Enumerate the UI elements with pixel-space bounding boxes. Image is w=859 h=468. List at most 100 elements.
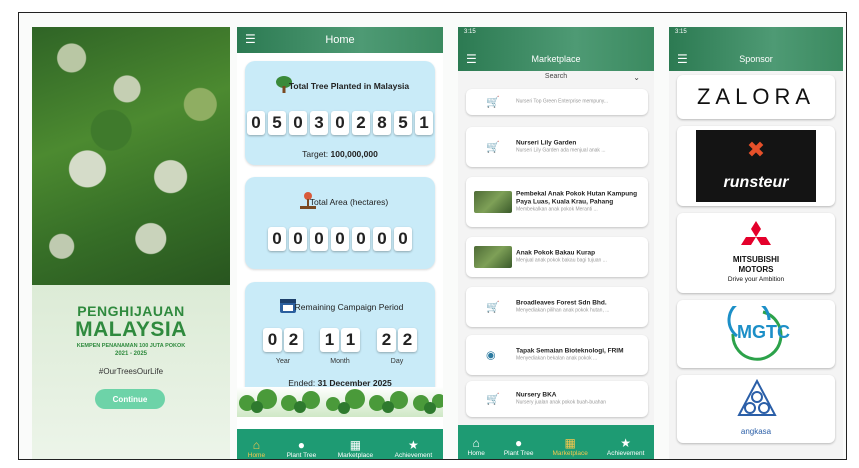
mitsubishi-motors: MOTORS [738,265,774,274]
day-digit: 2 [377,328,396,352]
list-item-text: Anak Pokok Bakau Kurap Menjual anak poko… [516,250,642,265]
sponsor-mgtc[interactable]: MGTC [677,300,835,368]
sponsor-angkasa[interactable]: angkasa [677,375,835,443]
status-time: 3:15 [464,29,476,35]
map-icon: ▦ [349,437,362,452]
year-digit: 0 [263,328,282,352]
sponsor-mitsubishi[interactable]: MITSUBISHI MOTORS Drive your Ambition [677,213,835,293]
status-bar: 3:15 [669,27,843,39]
item-name: Nurseri Lily Garden [516,139,577,147]
frim-logo-icon: ◉ [486,349,496,362]
month-counter: 1 1 [318,328,363,352]
period-labels: Year Month Day [245,358,435,365]
marketplace-screen: 3:15 ☰ Marketplace Search ⌄ 🛒 Nurseri To… [458,27,654,459]
nav-marketplace[interactable]: ▦ Marketplace [338,438,373,459]
status-time: 3:15 [675,29,687,35]
item-desc: Nurseri Lily Garden ada menjual anak ... [516,147,606,154]
area-digit: 0 [268,227,286,251]
item-desc: Nurseri Top Green Enterprise mempuny... [516,98,609,105]
nav-achievement[interactable]: ★ Achievement [395,438,433,459]
nav-home[interactable]: ⌂ Home [468,436,485,457]
total-tree-card: Total Tree Planted in Malaysia 0 5 0 3 0… [245,61,435,165]
item-desc: Nursery jualan anak pokok buah-buahan [516,399,607,406]
nav-achievement-label: Achievement [606,449,645,457]
mitsubishi-diamonds-icon [741,221,771,245]
area-digit: 0 [373,227,391,251]
sponsor-header: 3:15 ☰ Sponsor [669,27,843,71]
star-icon: ★ [620,435,632,450]
year-counter: 0 2 [261,328,306,352]
area-title: Total Area (hectares) [309,197,389,207]
item-desc: Menjual anak pokok bakau bagi tujuan ... [516,257,607,264]
counter-digit: 1 [415,111,433,135]
list-item[interactable]: 🛒 Nurseri Lily Garden Nurseri Lily Garde… [466,127,648,167]
counter-digit: 0 [289,111,307,135]
chevron-down-icon: ⌄ [633,73,640,82]
area-digit: 0 [289,227,307,251]
counter-digit: 5 [268,111,286,135]
star-icon: ★ [408,437,419,452]
runsteur-text: runsteur [723,174,789,191]
period-title: Remaining Campaign Period [294,302,404,312]
nav-plant-tree-label: Plant Tree [503,449,534,457]
nursery-photo [474,246,512,268]
marketplace-title: Marketplace [531,54,581,64]
home-icon: ⌂ [472,435,480,450]
tree-icon: ● [515,435,523,450]
total-tree-counter: 0 5 0 3 0 2 8 5 1 [245,111,435,135]
list-item[interactable]: 🛒 Broadleaves Forest Sdn Bhd. Menyediaka… [466,287,648,327]
nav-home-label: Home [467,449,485,457]
campaign-period-card: Remaining Campaign Period 0 2 1 1 2 2 Ye… [245,282,435,400]
status-bar: 3:15 [458,27,654,39]
runsteur-logo: ✖ runsteur [696,130,816,202]
list-item[interactable]: 🛒 Nurseri Top Green Enterprise mempuny..… [466,89,648,115]
list-item[interactable]: ◉ Tapak Semaian Bioteknologi, FRIM Menye… [466,335,648,375]
search-dropdown[interactable]: Search ⌄ [458,73,654,89]
month-digit: 1 [320,328,339,352]
sponsor-screen: 3:15 ☰ Sponsor ZALORA ✖ runsteur MITSUBI… [669,27,843,459]
nav-plant-tree[interactable]: ● Plant Tree [287,438,317,459]
home-icon: ⌂ [252,437,261,452]
counter-digit: 8 [373,111,391,135]
list-item[interactable]: Anak Pokok Bakau Kurap Menjual anak poko… [466,237,648,277]
sponsor-runsteur[interactable]: ✖ runsteur [677,126,835,206]
nav-marketplace[interactable]: ▦ Marketplace [552,436,587,457]
item-name: Pembekal Anak Pokok Hutan Kampung Paya L… [516,190,638,206]
nav-marketplace-label: Marketplace [337,451,374,459]
counter-digit: 0 [331,111,349,135]
list-item[interactable]: 🛒 Nursery BKA Nursery jualan anak pokok … [466,381,648,417]
day-label: Day [390,358,404,365]
nav-home[interactable]: ⌂ Home [248,438,265,459]
continue-button[interactable]: Continue [95,389,165,409]
month-digit: 1 [341,328,360,352]
day-counter: 2 2 [375,328,420,352]
item-desc: Membekalkan anak pokok Meranti ... [516,206,598,213]
forest-canopy-image [32,27,230,285]
target-label: Target: [302,149,329,159]
nav-achievement[interactable]: ★ Achievement [607,436,645,457]
tree-row-illustration [239,389,443,414]
campaign-title-line2: MALAYSIA [75,318,187,341]
nursery-photo [474,191,512,213]
nav-plant-tree-label: Plant Tree [286,451,317,459]
mitsubishi-name: MITSUBISHI [732,255,780,264]
tree-illustration [237,387,443,417]
angkasa-text: angkasa [740,427,772,436]
zalora-logo: ZALORA [696,84,816,109]
nav-home-label: Home [247,451,266,459]
list-item[interactable]: Pembekal Anak Pokok Hutan Kampung Paya L… [466,177,648,227]
list-item-text: Tapak Semaian Bioteknologi, FRIM Menyedi… [516,348,642,363]
month-label: Month [330,358,350,365]
sponsor-zalora[interactable]: ZALORA [677,75,835,119]
day-digit: 2 [398,328,417,352]
campaign-years: 2021 - 2025 [114,351,148,357]
target-value: 100,000,000 [330,149,378,159]
area-counter: 0 0 0 0 0 0 0 [245,227,435,251]
sponsor-title: Sponsor [739,54,773,64]
list-item-text: Nurseri Top Green Enterprise mempuny... [516,99,642,106]
year-label: Year [275,358,291,365]
runsteur-mark-icon: ✖ [746,138,766,163]
item-name: Nursery BKA [516,391,557,399]
area-digit: 0 [310,227,328,251]
nav-plant-tree[interactable]: ● Plant Tree [504,436,534,457]
